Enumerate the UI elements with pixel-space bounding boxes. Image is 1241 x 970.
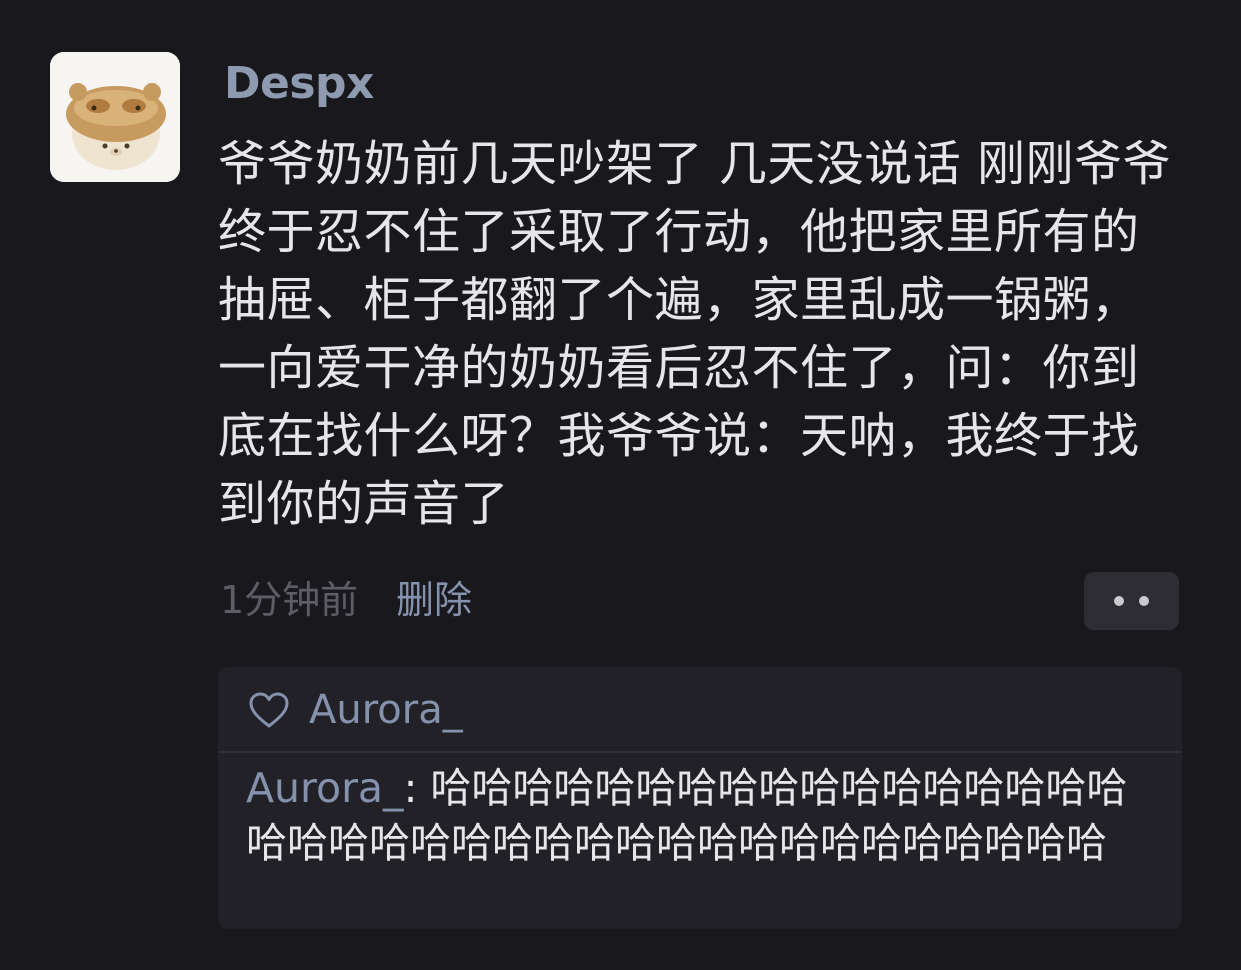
post-username[interactable]: Despx bbox=[224, 58, 374, 109]
more-dots-icon bbox=[1114, 596, 1124, 606]
comment-item[interactable]: Aurora_: 哈哈哈哈哈哈哈哈哈哈哈哈哈哈哈哈哈哈哈哈哈哈哈哈哈哈哈哈哈哈哈… bbox=[246, 761, 1166, 871]
more-options-button[interactable] bbox=[1084, 572, 1179, 630]
bear-bun-avatar-icon bbox=[50, 52, 180, 182]
likes-row: Aurora_ bbox=[218, 667, 1182, 753]
more-dots-icon bbox=[1139, 596, 1149, 606]
comment-author[interactable]: Aurora_ bbox=[246, 764, 404, 812]
post-timestamp: 1分钟前 bbox=[220, 578, 359, 622]
comment-separator: : bbox=[403, 764, 431, 812]
delete-button[interactable]: 删除 bbox=[396, 574, 472, 626]
post-text: 爷爷奶奶前几天吵架了 几天没说话 刚刚爷爷终于忍不住了采取了行动，他把家里所有的… bbox=[218, 136, 1172, 532]
moment-post: Despx 爷爷奶奶前几天吵架了 几天没说话 刚刚爷爷终于忍不住了采取了行动，他… bbox=[0, 0, 1241, 970]
like-user-name[interactable]: Aurora_ bbox=[309, 685, 463, 735]
avatar[interactable] bbox=[50, 52, 180, 182]
heart-icon bbox=[249, 692, 289, 728]
interaction-panel: Aurora_ Aurora_: 哈哈哈哈哈哈哈哈哈哈哈哈哈哈哈哈哈哈哈哈哈哈哈… bbox=[218, 667, 1182, 929]
